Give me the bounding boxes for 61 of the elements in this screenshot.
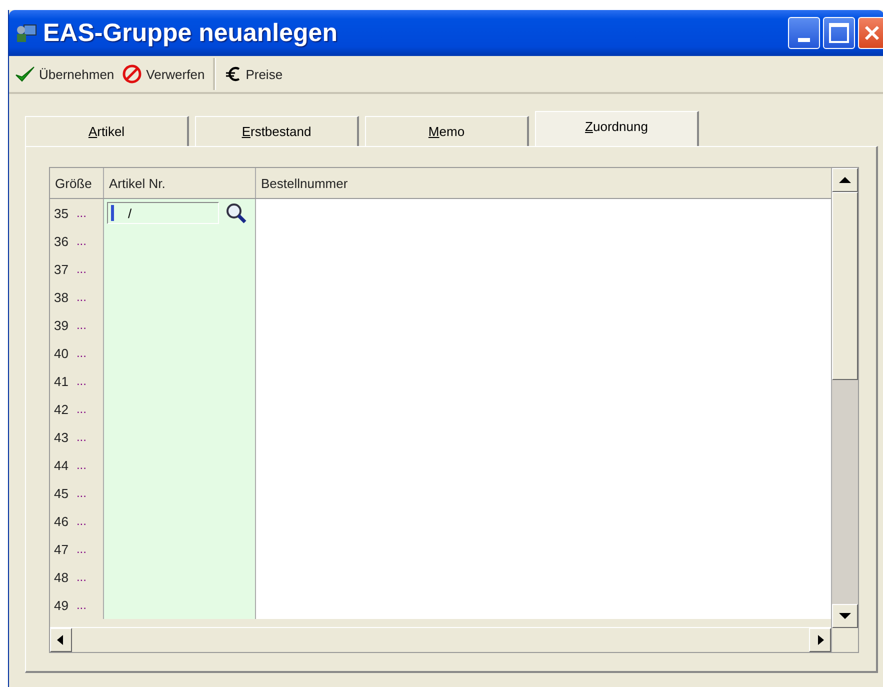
left-arrow-icon[interactable] [57,635,65,645]
ellipsis-button[interactable]: ... [76,486,86,500]
tab[interactable]: Erstbestand [195,116,359,146]
scroll-left-button[interactable] [50,628,72,652]
scroll-up-button[interactable] [832,168,858,192]
toolbar-button[interactable]: Preise [220,59,287,89]
size-cell: 43 [54,430,68,444]
size-cell: 39 [54,318,68,332]
ellipsis-button[interactable]: ... [76,458,86,472]
computer-icon [15,23,37,43]
window-title: EAS-Gruppe neuanlegen [43,18,338,48]
size-cell: 36 [54,234,68,248]
ellipsis-button[interactable]: ... [76,402,86,416]
toolbar-button[interactable]: Übernehmen [11,59,118,89]
ellipsis-button[interactable]: ... [76,262,86,276]
scroll-right-button[interactable] [809,628,831,652]
prohibited-icon [122,64,142,84]
ellipsis-button[interactable]: ... [76,570,86,584]
ellipsis-button[interactable]: ... [76,430,86,444]
size-cell: 40 [54,346,68,360]
size-cell: 38 [54,290,68,304]
ellipsis-button[interactable]: ... [76,206,86,220]
maximize-button[interactable] [823,17,855,49]
tab[interactable]: Memo [365,116,529,146]
minimize-button[interactable] [788,17,820,49]
ellipsis-button[interactable]: ... [76,542,86,556]
ellipsis-button[interactable]: ... [76,346,86,360]
right-arrow-icon[interactable] [816,635,824,645]
checkmark-icon [15,65,35,83]
toolbar-button[interactable]: Verwerfen [118,59,209,89]
size-cell: 47 [54,542,68,556]
size-cell: 37 [54,262,68,276]
column-header[interactable]: Artikel Nr. [104,168,256,198]
euro-icon [224,65,242,83]
size-cell: 42 [54,402,68,416]
size-cell: 49 [54,598,68,612]
up-arrow-icon[interactable] [839,176,851,184]
ellipsis-button[interactable]: ... [76,374,86,388]
ellipsis-button[interactable]: ... [76,290,86,304]
column-header[interactable]: Größe [50,168,104,198]
size-cell: 35 [54,206,68,220]
ellipsis-button[interactable]: ... [76,318,86,332]
down-arrow-icon[interactable] [839,612,851,620]
size-cell: 48 [54,570,68,584]
tab[interactable]: Zuordnung [535,111,699,146]
size-cell: 41 [54,374,68,388]
size-cell: 44 [54,458,68,472]
ellipsis-button[interactable]: ... [76,234,86,248]
ellipsis-button[interactable]: ... [76,598,86,612]
ellipsis-button[interactable]: ... [76,514,86,528]
scroll-down-button[interactable] [832,604,858,628]
size-cell: 45 [54,486,68,500]
search-icon[interactable] [225,202,247,224]
horizontal-scrollbar[interactable] [50,627,831,652]
size-cell: 46 [54,514,68,528]
close-button[interactable] [858,17,883,49]
tab[interactable]: Artikel [25,116,189,146]
column-header[interactable]: Bestellnummer [256,168,831,198]
input-field[interactable]: / [107,202,219,224]
vertical-scrollbar[interactable] [831,168,858,652]
scroll-thumb[interactable] [832,192,858,380]
